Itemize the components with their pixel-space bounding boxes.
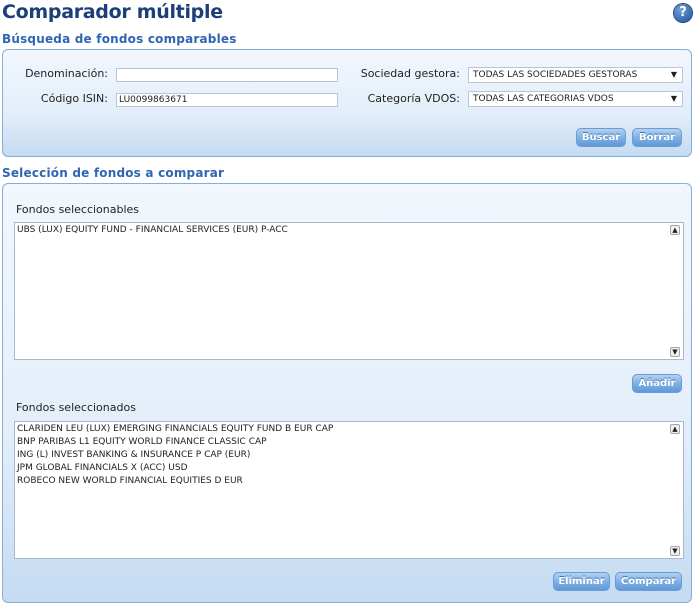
list-item[interactable]: ING (L) INVEST BANKING & INSURANCE P CAP… (17, 450, 250, 461)
seleccionados-listbox[interactable]: ▲ ▼ CLARIDEN LEU (LUX) EMERGING FINANCIA… (14, 421, 684, 559)
categoria-select[interactable]: TODAS LAS CATEGORIAS VDOS ▼ (468, 91, 683, 107)
search-section-title: Búsqueda de fondos comparables (2, 32, 237, 46)
eliminar-button[interactable]: Eliminar (553, 572, 610, 591)
list-item[interactable]: CLARIDEN LEU (LUX) EMERGING FINANCIALS E… (17, 424, 333, 435)
selection-section-title: Selección de fondos a comparar (2, 166, 225, 180)
list-item[interactable]: BNP PARIBAS L1 EQUITY WORLD FINANCE CLAS… (17, 437, 267, 448)
categoria-select-value: TODAS LAS CATEGORIAS VDOS (473, 94, 614, 104)
chevron-down-icon: ▼ (670, 70, 677, 79)
buscar-button[interactable]: Buscar (576, 128, 626, 147)
borrar-button[interactable]: Borrar (632, 128, 682, 147)
list-item[interactable]: JPM GLOBAL FINANCIALS X (ACC) USD (17, 463, 188, 474)
anadir-button[interactable]: Añadir (632, 374, 682, 393)
seleccionados-label: Fondos seleccionados (16, 401, 136, 414)
search-panel: Denominación: Código ISIN: Sociedad gest… (2, 49, 692, 157)
categoria-label: Categoría VDOS: (367, 92, 460, 105)
scroll-up-icon[interactable]: ▲ (670, 424, 680, 434)
page-title: Comparador múltiple (2, 1, 223, 23)
scroll-up-icon[interactable]: ▲ (670, 225, 680, 235)
comparar-button[interactable]: Comparar (615, 572, 682, 591)
list-item[interactable]: UBS (LUX) EQUITY FUND - FINANCIAL SERVIC… (17, 225, 288, 236)
denominacion-label: Denominación: (25, 67, 108, 80)
scroll-down-icon[interactable]: ▼ (670, 347, 680, 357)
isin-label: Código ISIN: (40, 92, 108, 105)
selection-panel: Fondos seleccionables ▲ ▼ UBS (LUX) EQUI… (2, 183, 692, 603)
gestora-select[interactable]: TODAS LAS SOCIEDADES GESTORAS ▼ (468, 67, 683, 83)
gestora-select-value: TODAS LAS SOCIEDADES GESTORAS (473, 70, 638, 80)
chevron-down-icon: ▼ (670, 94, 677, 103)
denominacion-input[interactable] (116, 68, 338, 82)
help-icon[interactable]: ? (674, 4, 692, 22)
scroll-down-icon[interactable]: ▼ (670, 546, 680, 556)
gestora-label: Sociedad gestora: (360, 67, 460, 80)
scrollbar[interactable]: ▲ ▼ (670, 225, 681, 357)
isin-input[interactable] (116, 93, 338, 107)
scrollbar[interactable]: ▲ ▼ (670, 424, 681, 556)
seleccionables-listbox[interactable]: ▲ ▼ UBS (LUX) EQUITY FUND - FINANCIAL SE… (14, 222, 684, 360)
list-item[interactable]: ROBECO NEW WORLD FINANCIAL EQUITIES D EU… (17, 476, 243, 487)
seleccionables-label: Fondos seleccionables (16, 203, 140, 216)
